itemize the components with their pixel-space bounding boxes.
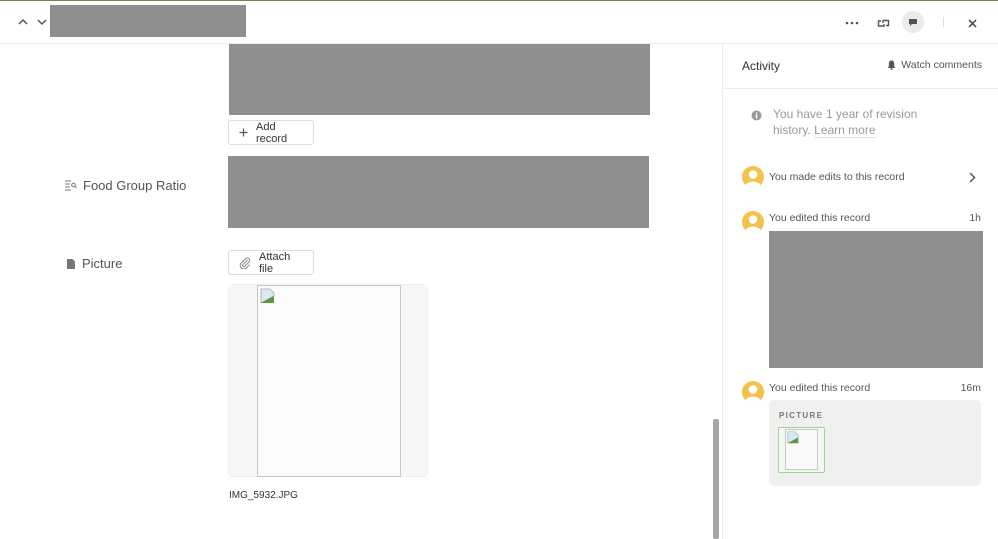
- attach-file-label: Attach file: [259, 250, 291, 275]
- activity-item-text[interactable]: You made edits to this record: [769, 171, 905, 183]
- field-name: Picture: [82, 256, 123, 271]
- bell-icon: [887, 60, 896, 70]
- record-fields-area: Add record Food Group Ratio Picture Atta…: [0, 44, 722, 539]
- avatar: [742, 166, 764, 188]
- info-icon: [751, 110, 762, 138]
- lookup-list-icon: [65, 180, 77, 191]
- field-label-food-group-ratio: Food Group Ratio: [65, 178, 186, 193]
- activity-item-time: 1h: [969, 212, 981, 224]
- previous-record-button[interactable]: [16, 15, 30, 29]
- comment-bubble-icon: [909, 18, 917, 26]
- activity-panel: Activity Watch comments You have 1 year …: [722, 44, 998, 539]
- activity-header: Activity Watch comments: [723, 44, 998, 89]
- record-header: [0, 1, 998, 44]
- field-label-picture: Picture: [66, 256, 122, 271]
- broken-image-icon: [260, 288, 275, 304]
- activity-change-card: PICTURE: [769, 400, 981, 486]
- more-horizontal-icon: [845, 21, 859, 25]
- add-record-button[interactable]: Add record: [228, 120, 314, 145]
- close-icon: [967, 18, 977, 28]
- avatar: [742, 381, 764, 403]
- attachment-filename[interactable]: IMG_5932.JPG: [229, 490, 298, 501]
- record-title-redacted: [50, 5, 246, 37]
- comments-toggle-button[interactable]: [902, 11, 924, 33]
- learn-more-link[interactable]: Learn more: [814, 123, 876, 138]
- chevron-up-icon: [18, 18, 28, 25]
- paperclip-icon: [239, 256, 251, 269]
- user-icon: [745, 215, 761, 233]
- link-expand-icon: [877, 19, 889, 27]
- chevron-down-icon: [37, 19, 47, 26]
- chevron-right-icon: [969, 172, 976, 183]
- attach-file-button[interactable]: Attach file: [228, 250, 314, 275]
- attachment-thumbnail[interactable]: [778, 427, 825, 473]
- activity-item-time: 16m: [960, 382, 981, 394]
- user-icon: [745, 385, 761, 403]
- more-options-button[interactable]: [842, 14, 862, 32]
- activity-item-text: You edited this record: [769, 212, 871, 224]
- activity-title: Activity: [742, 59, 781, 73]
- user-icon: [745, 170, 761, 188]
- expand-record-button[interactable]: [873, 14, 893, 32]
- scrollbar-thumb[interactable]: [713, 419, 719, 539]
- activity-change-redacted: [769, 231, 983, 368]
- changed-field-label: PICTURE: [779, 411, 824, 420]
- add-record-label: Add record: [256, 120, 288, 145]
- field-name: Food Group Ratio: [83, 178, 187, 193]
- attachment-preview[interactable]: [228, 284, 428, 477]
- header-divider: [943, 17, 944, 27]
- expand-activity-button[interactable]: [968, 170, 976, 188]
- document-icon: [66, 258, 76, 270]
- watch-comments-label: Watch comments: [901, 59, 982, 71]
- avatar: [742, 211, 764, 233]
- revision-history-notice: You have 1 year of revision history. Lea…: [751, 106, 943, 138]
- close-button[interactable]: [963, 14, 981, 32]
- watch-comments-button[interactable]: Watch comments: [887, 59, 982, 71]
- attachment-image[interactable]: [257, 285, 401, 477]
- linked-records-redacted: [229, 44, 650, 115]
- plus-icon: [239, 128, 248, 137]
- food-group-ratio-value-redacted: [228, 156, 649, 228]
- activity-item-text: You edited this record: [769, 382, 871, 394]
- broken-image-icon: [787, 431, 799, 444]
- next-record-button[interactable]: [35, 15, 49, 29]
